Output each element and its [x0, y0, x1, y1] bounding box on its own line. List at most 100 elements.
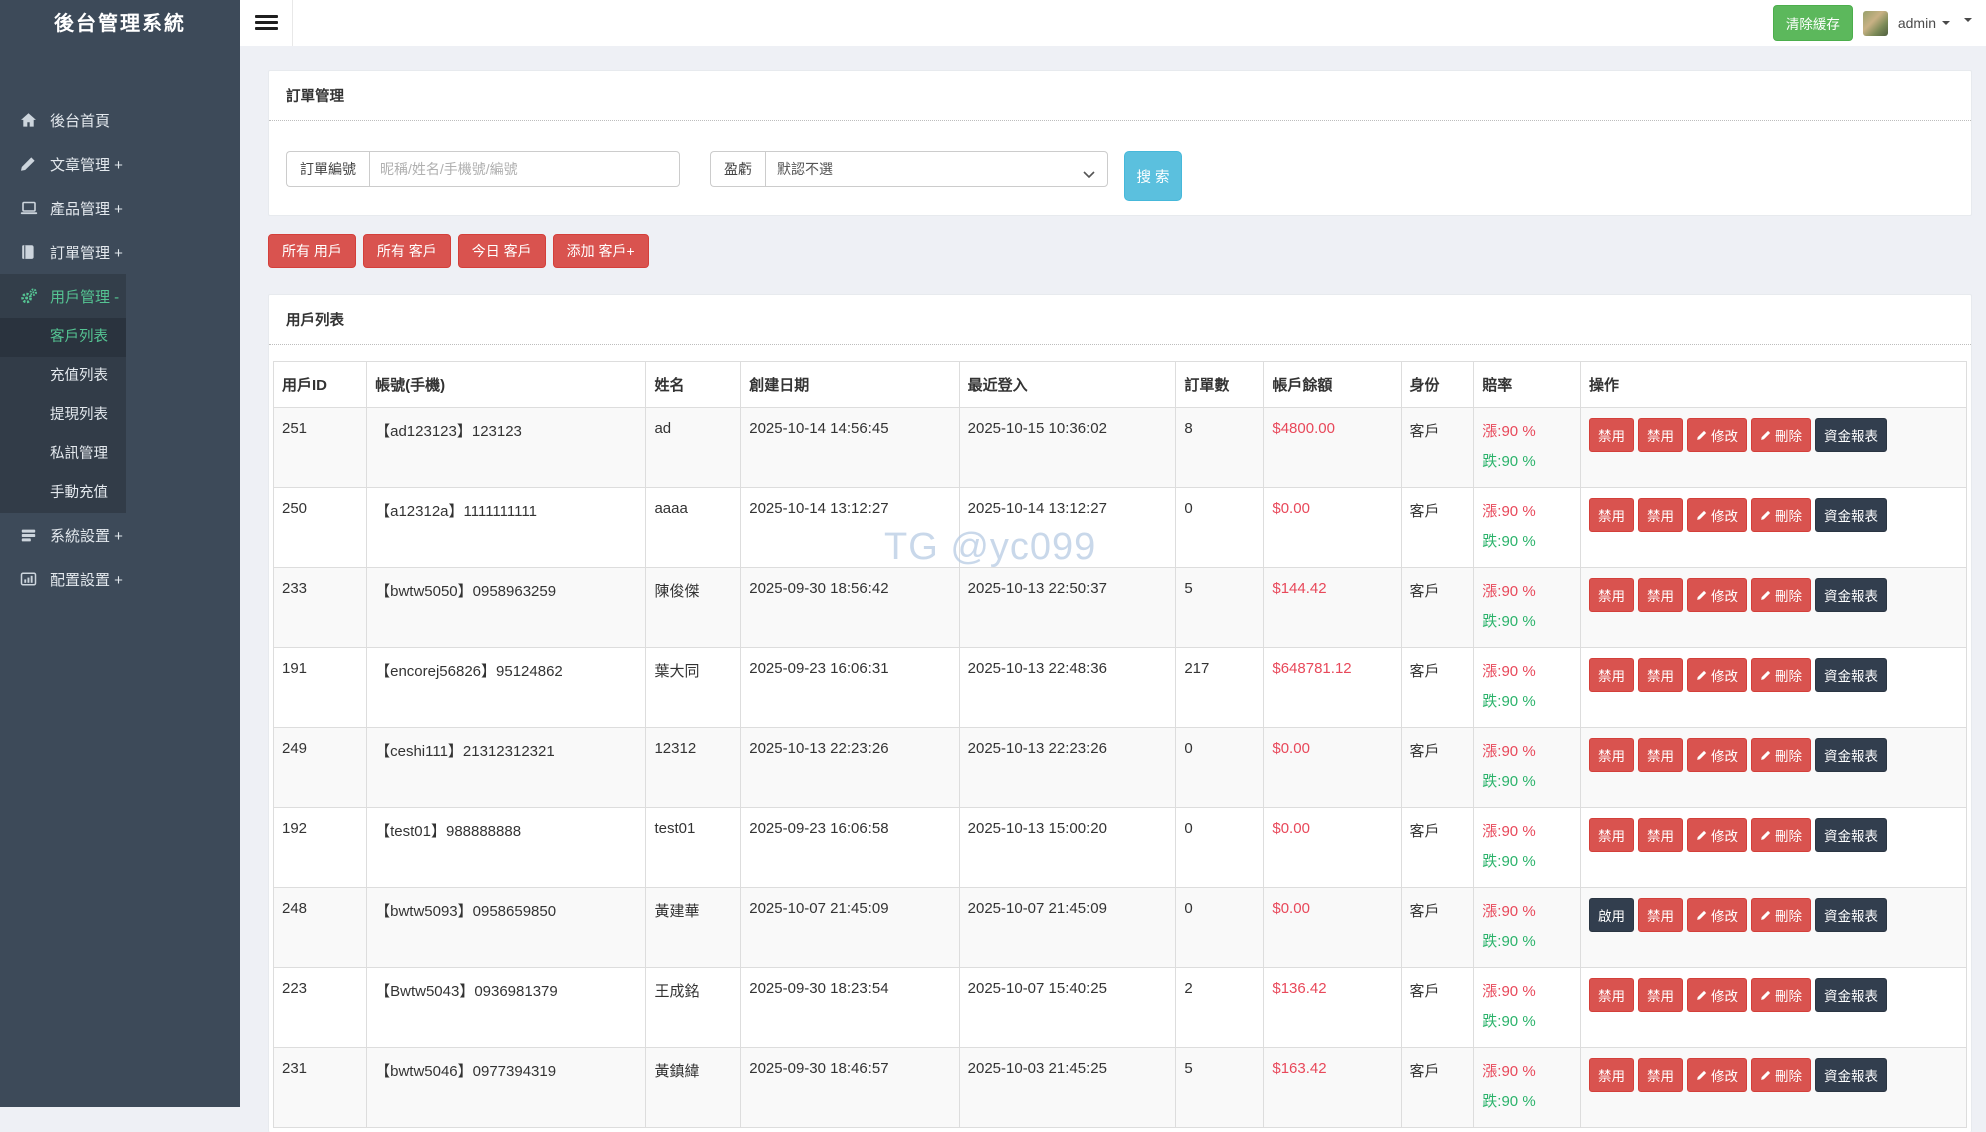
row-action-label: 禁用	[1646, 589, 1674, 604]
row-action-button[interactable]: 啟用	[1588, 898, 1634, 932]
row-action-button[interactable]: 資金報表	[1814, 738, 1887, 772]
row-action-label: 禁用	[1646, 429, 1674, 444]
today-customers-button[interactable]: 今日 客戶	[457, 234, 546, 268]
sidebar-subitem-withdraw-list[interactable]: 提現列表	[0, 396, 240, 435]
row-action-button[interactable]: 禁用	[1637, 418, 1683, 452]
name-cell: aaaa	[645, 487, 742, 568]
row-action-button[interactable]: 修改	[1686, 578, 1747, 612]
sidebar-item-users[interactable]: 用戶管理 -	[0, 274, 240, 318]
sidebar-subitem-manual-recharge[interactable]: 手動充值	[0, 474, 240, 513]
row-action-button[interactable]: 刪除	[1750, 1058, 1811, 1092]
row-action-button[interactable]: 資金報表	[1814, 818, 1887, 852]
sidebar-subitem-message-mgmt[interactable]: 私訊管理	[0, 435, 240, 474]
row-action-label: 刪除	[1774, 989, 1802, 1004]
sidebar-subitem-customer-list[interactable]: 客戶列表	[0, 318, 240, 357]
row-action-button[interactable]: 刪除	[1750, 418, 1811, 452]
row-action-button[interactable]: 禁用	[1637, 1058, 1683, 1092]
order-number-input[interactable]	[369, 151, 680, 187]
add-customer-button[interactable]: 添加 客戶+	[552, 234, 649, 268]
row-action-button[interactable]: 修改	[1686, 1058, 1747, 1092]
row-action-label: 修改	[1710, 749, 1738, 764]
row-action-label: 禁用	[1597, 989, 1625, 1004]
row-action-button[interactable]: 資金報表	[1814, 498, 1887, 532]
row-action-button[interactable]: 禁用	[1588, 738, 1634, 772]
clear-cache-button[interactable]: 清除緩存	[1772, 5, 1853, 41]
sidebar-item-orders[interactable]: 訂單管理 +	[0, 230, 240, 274]
row-action-button[interactable]: 禁用	[1637, 898, 1683, 932]
row-action-button[interactable]: 資金報表	[1814, 578, 1887, 612]
pencil-icon	[1697, 510, 1707, 520]
row-action-label: 禁用	[1597, 509, 1625, 524]
row-action-button[interactable]: 資金報表	[1814, 1058, 1887, 1092]
row-action-button[interactable]: 禁用	[1637, 818, 1683, 852]
balance-cell: $144.42	[1263, 567, 1402, 648]
row-action-button[interactable]: 刪除	[1750, 738, 1811, 772]
row-action-button[interactable]: 禁用	[1588, 418, 1634, 452]
row-action-button[interactable]: 修改	[1686, 418, 1747, 452]
sidebar-subitem-recharge-list[interactable]: 充值列表	[0, 357, 240, 396]
row-action-button[interactable]: 禁用	[1637, 658, 1683, 692]
row-action-button[interactable]: 禁用	[1588, 1058, 1634, 1092]
row-action-button[interactable]: 資金報表	[1814, 978, 1887, 1012]
row-action-button[interactable]: 修改	[1686, 978, 1747, 1012]
row-action-label: 禁用	[1597, 829, 1625, 844]
row-action-button[interactable]: 刪除	[1750, 818, 1811, 852]
all-customers-button[interactable]: 所有 客戶	[362, 234, 451, 268]
row-action-button[interactable]: 禁用	[1637, 738, 1683, 772]
balance-cell: $163.42	[1263, 1047, 1402, 1128]
row-action-label: 刪除	[1774, 589, 1802, 604]
order-number-group: 訂單編號	[286, 151, 680, 187]
row-action-label: 刪除	[1774, 429, 1802, 444]
row-action-button[interactable]: 資金報表	[1814, 898, 1887, 932]
sidebar-item-home[interactable]: 後台首頁	[0, 98, 240, 142]
row-action-button[interactable]: 禁用	[1588, 978, 1634, 1012]
row-action-label: 刪除	[1774, 509, 1802, 524]
row-action-button[interactable]: 刪除	[1750, 498, 1811, 532]
row-action-label: 禁用	[1646, 509, 1674, 524]
row-action-button[interactable]: 修改	[1686, 738, 1747, 772]
fall-odds: 跌:90 %	[1482, 1013, 1536, 1030]
profit-select[interactable]: 默認不選	[765, 151, 1108, 187]
row-action-button[interactable]: 禁用	[1588, 498, 1634, 532]
row-action-button[interactable]: 刪除	[1750, 978, 1811, 1012]
sidebar-item-system-settings[interactable]: 系統設置 +	[0, 513, 240, 557]
pencil-icon	[1697, 750, 1707, 760]
row-action-button[interactable]: 刪除	[1750, 658, 1811, 692]
row-action-button[interactable]: 修改	[1686, 498, 1747, 532]
all-users-button[interactable]: 所有 用戶	[268, 234, 356, 268]
row-action-button[interactable]: 刪除	[1750, 898, 1811, 932]
account-cell: 【Bwtw5043】0936981379	[366, 967, 647, 1048]
sidebar-item-articles[interactable]: 文章管理 +	[0, 142, 240, 186]
user-menu[interactable]: admin	[1898, 15, 1950, 31]
row-action-button[interactable]: 禁用	[1637, 498, 1683, 532]
chevron-down-icon[interactable]	[1964, 18, 1972, 22]
row-action-label: 資金報表	[1823, 989, 1878, 1004]
row-action-button[interactable]: 資金報表	[1814, 658, 1887, 692]
search-button[interactable]: 搜 索	[1124, 151, 1182, 201]
account-cell: 【bwtw5093】0958659850	[366, 887, 647, 968]
role-cell: 客戶	[1400, 407, 1475, 488]
row-action-button[interactable]: 刪除	[1750, 578, 1811, 612]
hamburger-menu-icon[interactable]	[255, 15, 278, 33]
row-action-button[interactable]: 修改	[1686, 658, 1747, 692]
chart-icon	[20, 571, 50, 587]
row-action-button[interactable]: 禁用	[1588, 658, 1634, 692]
row-action-button[interactable]: 禁用	[1588, 818, 1634, 852]
sidebar-item-config-settings[interactable]: 配置設置 +	[0, 557, 240, 601]
row-action-button[interactable]: 禁用	[1588, 578, 1634, 612]
fall-odds: 跌:90 %	[1482, 693, 1536, 710]
table-row: 223 【Bwtw5043】0936981379 王成銘 2025-09-30 …	[272, 967, 1968, 1048]
row-action-label: 禁用	[1646, 989, 1674, 1004]
table-row: 250 【a12312a】1111111111 aaaa 2025-10-14 …	[272, 487, 1968, 568]
order-filter-panel: 訂單管理 訂單編號 盈虧 默認不選 搜 索	[268, 70, 1972, 216]
sidebar-item-products[interactable]: 產品管理 +	[0, 186, 240, 230]
row-action-button[interactable]: 禁用	[1637, 578, 1683, 612]
avatar[interactable]	[1862, 10, 1888, 36]
row-action-button[interactable]: 禁用	[1637, 978, 1683, 1012]
order-count-cell: 0	[1175, 487, 1265, 568]
sidebar-nav-bottom: 系統設置 + 配置設置 +	[0, 513, 240, 601]
row-action-button[interactable]: 修改	[1686, 898, 1747, 932]
row-action-button[interactable]: 修改	[1686, 818, 1747, 852]
order-count-cell: 0	[1175, 727, 1265, 808]
row-action-button[interactable]: 資金報表	[1814, 418, 1887, 452]
